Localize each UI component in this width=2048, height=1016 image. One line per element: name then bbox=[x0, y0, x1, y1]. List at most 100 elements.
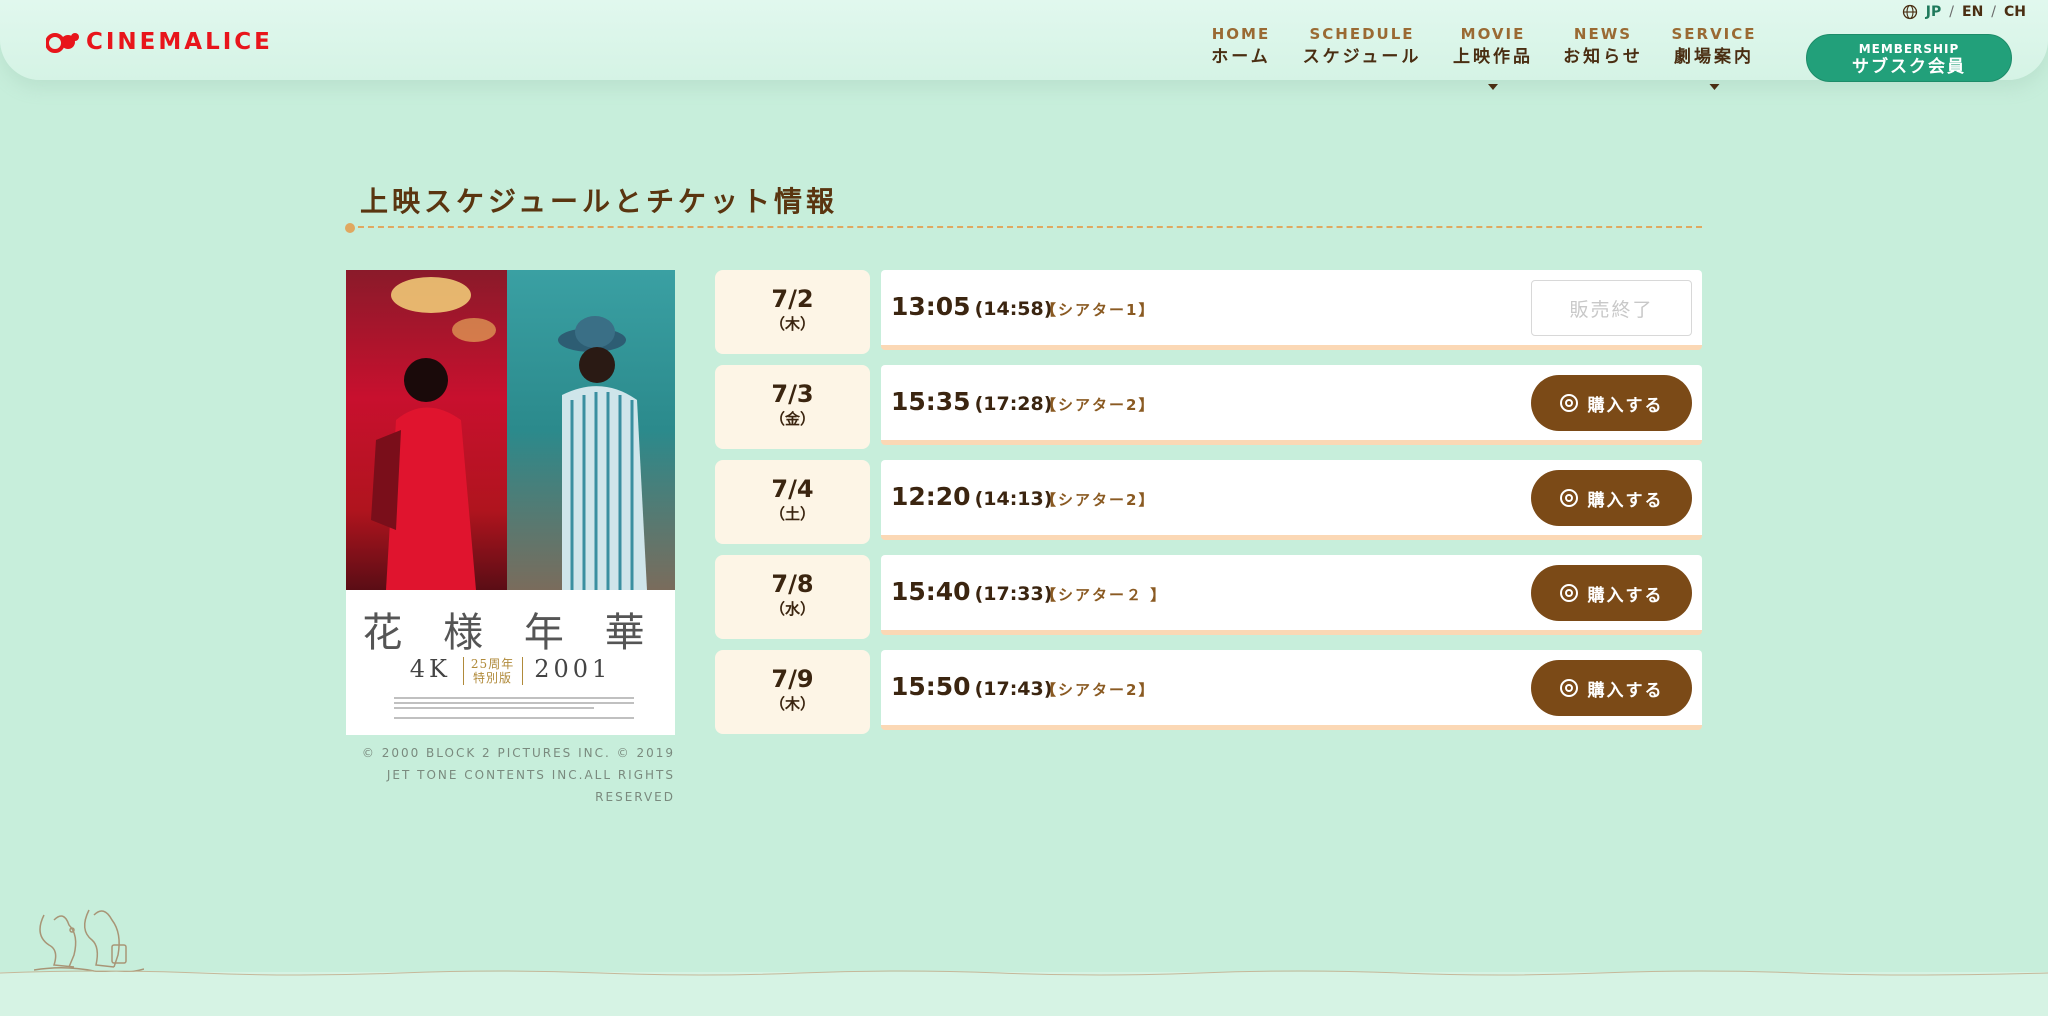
ticket-circle-icon bbox=[1559, 394, 1578, 412]
nav-home-en: HOME bbox=[1211, 25, 1271, 43]
date-box: 7/3 （金） bbox=[715, 365, 870, 449]
buy-label: 購入する bbox=[1587, 585, 1664, 606]
page-title: 上映スケジュールとチケット情報 bbox=[360, 185, 839, 218]
membership-button[interactable]: MEMBERSHIP サブスク会員 bbox=[1806, 34, 2012, 82]
showtime: 13:05 (14:58) bbox=[891, 292, 1052, 321]
nav-schedule-en: SCHEDULE bbox=[1309, 25, 1415, 43]
chevron-down-icon bbox=[1488, 84, 1498, 90]
day-of-week: （木） bbox=[769, 315, 815, 333]
nav-movie[interactable]: MOVIE 上映作品 bbox=[1453, 24, 1533, 90]
poster-sub-4k: 4K bbox=[409, 655, 451, 683]
nav-service-jp: 劇場案内 bbox=[1673, 47, 1754, 67]
showtime-card: 15:40 (17:33) 【シアター２ 】 購入する bbox=[881, 555, 1702, 635]
start-time: 15:50 bbox=[891, 672, 971, 701]
footer-band bbox=[0, 970, 2048, 1016]
lang-separator: / bbox=[1949, 4, 1954, 20]
date-label: 7/8 bbox=[771, 570, 814, 598]
buy-label: 購入する bbox=[1587, 680, 1664, 701]
nav-movie-jp: 上映作品 bbox=[1453, 47, 1533, 67]
day-of-week: （木） bbox=[769, 695, 815, 713]
start-time: 13:05 bbox=[891, 292, 971, 321]
title-divider bbox=[348, 226, 1702, 228]
showtime: 15:50 (17:43) bbox=[891, 672, 1052, 701]
title-rule-dot bbox=[345, 223, 355, 233]
showtime: 15:40 (17:33) bbox=[891, 577, 1052, 606]
nav-home-jp: ホーム bbox=[1211, 47, 1271, 67]
language-switcher: JP / EN / CH bbox=[1902, 4, 2026, 20]
ticket-circle-icon bbox=[1559, 679, 1578, 697]
date-box: 7/2 （木） bbox=[715, 270, 870, 354]
schedule-row: 7/9 （木） 15:50 (17:43) 【シアター2】 購入する bbox=[715, 650, 1702, 734]
day-of-week: （金） bbox=[769, 410, 815, 428]
buy-label: 購入する bbox=[1587, 395, 1664, 416]
schedule-row: 7/2 （木） 13:05 (14:58) 【シアター1】 販売終了 bbox=[715, 270, 1702, 354]
footer-wave-line bbox=[0, 970, 2048, 976]
date-box: 7/9 （木） bbox=[715, 650, 870, 734]
poster-sub-edition: 25周年 特別版 bbox=[462, 656, 523, 685]
logo-text: CINEMALICE bbox=[86, 29, 273, 55]
showtime-card: 15:35 (17:28) 【シアター2】 購入する bbox=[881, 365, 1702, 445]
start-time: 15:35 bbox=[891, 387, 971, 416]
poster-photo-left bbox=[346, 270, 507, 590]
lang-jp[interactable]: JP bbox=[1926, 4, 1941, 20]
date-label: 7/9 bbox=[771, 665, 814, 693]
nav-schedule[interactable]: SCHEDULE スケジュール bbox=[1303, 24, 1422, 70]
buy-ticket-button[interactable]: 購入する bbox=[1531, 565, 1692, 621]
showtime-card: 12:20 (14:13) 【シアター2】 購入する bbox=[881, 460, 1702, 540]
schedule-row: 7/8 （水） 15:40 (17:33) 【シアター２ 】 購入する bbox=[715, 555, 1702, 639]
buy-label: 購入する bbox=[1587, 490, 1664, 511]
date-label: 7/4 bbox=[771, 475, 814, 503]
copyright-notice: © 2000 BLOCK 2 PICTURES INC. © 2019 JET … bbox=[361, 746, 675, 804]
buy-ticket-button[interactable]: 購入する bbox=[1531, 375, 1692, 431]
poster-subtitle: 4K 25周年 特別版 2001 bbox=[346, 655, 675, 685]
start-time: 15:40 bbox=[891, 577, 971, 606]
ticket-circle-icon bbox=[1559, 489, 1578, 507]
nav-news-en: NEWS bbox=[1573, 25, 1633, 43]
date-label: 7/2 bbox=[771, 285, 814, 313]
theater-label: 【シアター1】 bbox=[1041, 301, 1156, 319]
schedule-row: 7/4 （土） 12:20 (14:13) 【シアター2】 購入する bbox=[715, 460, 1702, 544]
lang-ch[interactable]: CH bbox=[2004, 4, 2026, 20]
showtime-card: 15:50 (17:43) 【シアター2】 購入する bbox=[881, 650, 1702, 730]
buy-ticket-button[interactable]: 購入する bbox=[1531, 470, 1692, 526]
poster-credits bbox=[394, 697, 634, 719]
nav-home[interactable]: HOME ホーム bbox=[1211, 24, 1271, 70]
theater-label: 【シアター2】 bbox=[1041, 396, 1156, 414]
poster-photo bbox=[346, 270, 675, 590]
showtime-card: 13:05 (14:58) 【シアター1】 販売終了 bbox=[881, 270, 1702, 350]
date-box: 7/4 （土） bbox=[715, 460, 870, 544]
chevron-down-icon bbox=[1708, 84, 1719, 90]
poster-sub-year: 2001 bbox=[534, 655, 612, 683]
day-of-week: （土） bbox=[769, 505, 815, 523]
lang-separator: / bbox=[1991, 4, 1996, 20]
nav-movie-en: MOVIE bbox=[1460, 25, 1526, 43]
lang-en[interactable]: EN bbox=[1962, 4, 1983, 20]
logo-icon bbox=[46, 33, 79, 53]
ticket-circle-icon bbox=[1559, 584, 1578, 602]
start-time: 12:20 bbox=[891, 482, 971, 511]
nav-news-jp: お知らせ bbox=[1563, 47, 1643, 67]
poster-photo-right bbox=[507, 270, 675, 590]
membership-label-en: MEMBERSHIP bbox=[1858, 42, 1960, 56]
date-label: 7/3 bbox=[771, 380, 814, 408]
nav-service-en: SERVICE bbox=[1671, 25, 1757, 43]
date-box: 7/8 （水） bbox=[715, 555, 870, 639]
showtime: 15:35 (17:28) bbox=[891, 387, 1052, 416]
site-logo[interactable]: CINEMALICE bbox=[46, 28, 273, 56]
squirrel-mascots-icon bbox=[34, 909, 144, 974]
nav-service[interactable]: SERVICE 劇場案内 bbox=[1671, 24, 1757, 90]
poster-figure-left bbox=[371, 277, 496, 590]
showtime: 12:20 (14:13) bbox=[891, 482, 1052, 511]
theater-label: 【シアター2】 bbox=[1041, 681, 1156, 699]
poster-figure-right bbox=[558, 316, 647, 590]
membership-label-jp: サブスク会員 bbox=[1852, 57, 1966, 77]
movie-poster: 花 様 年 華 4K 25周年 特別版 2001 bbox=[346, 270, 675, 735]
sold-out-button: 販売終了 bbox=[1531, 280, 1692, 336]
nav-schedule-jp: スケジュール bbox=[1302, 47, 1422, 67]
schedule-row: 7/3 （金） 15:35 (17:28) 【シアター2】 購入する bbox=[715, 365, 1702, 449]
globe-icon bbox=[1902, 4, 1917, 20]
buy-ticket-button[interactable]: 購入する bbox=[1531, 660, 1692, 716]
nav-news[interactable]: NEWS お知らせ bbox=[1563, 24, 1643, 70]
theater-label: 【シアター２ 】 bbox=[1041, 586, 1168, 604]
day-of-week: （水） bbox=[769, 600, 815, 618]
